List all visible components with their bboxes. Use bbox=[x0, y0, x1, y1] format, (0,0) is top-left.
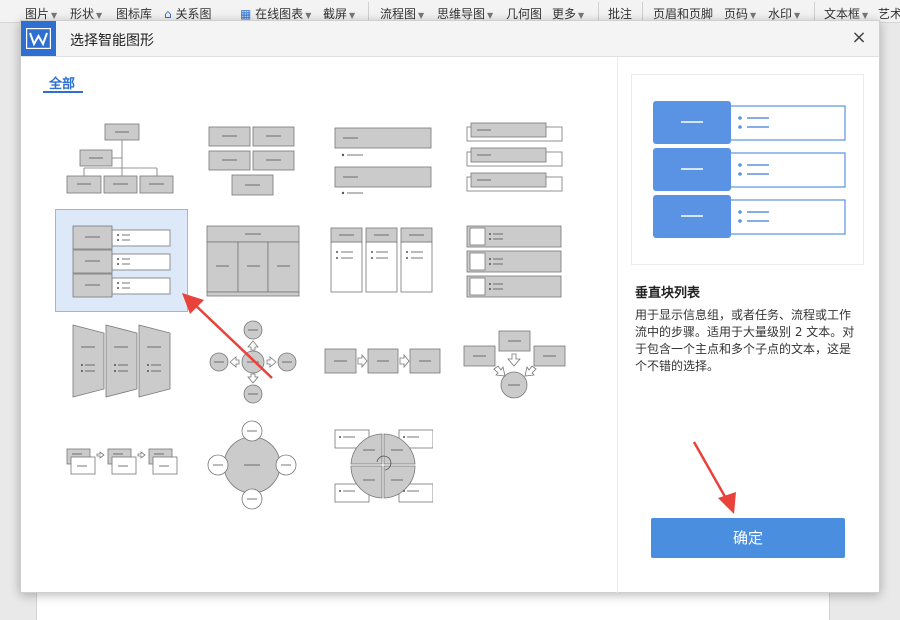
radial-arrows-icon bbox=[207, 319, 299, 405]
vertical-block-list-icon bbox=[56, 210, 187, 311]
ribbon-label: 几何图 bbox=[506, 7, 542, 21]
close-icon[interactable]: × bbox=[847, 26, 871, 50]
table-hierarchy-icon bbox=[205, 224, 301, 298]
ribbon-label: 页码 bbox=[724, 7, 748, 21]
chevron-down-icon: ▼ bbox=[750, 11, 756, 20]
active-tab-indicator bbox=[43, 91, 83, 93]
layout-thumb[interactable] bbox=[71, 323, 173, 399]
layout-thumb[interactable] bbox=[465, 224, 565, 298]
selected-layout-description: 用于显示信息组，或者任务、流程或工作流中的步骤。适用于大量级别 2 文本。对于包… bbox=[635, 307, 861, 375]
layout-thumb[interactable] bbox=[461, 329, 567, 401]
vertical-box-list-icon bbox=[329, 224, 435, 298]
chevron-down-icon: ▼ bbox=[578, 11, 584, 20]
ribbon-label: 形状 bbox=[70, 7, 94, 21]
ribbon-label: 文本框 bbox=[824, 7, 860, 21]
ribbon-label: 在线图表 bbox=[255, 7, 303, 21]
ribbon-label: 更多 bbox=[552, 7, 576, 21]
layout-thumb[interactable] bbox=[205, 224, 301, 298]
ribbon-label: 艺术 bbox=[878, 7, 900, 21]
ribbon-label: 关系图 bbox=[175, 7, 211, 21]
basic-process-icon bbox=[323, 346, 441, 376]
ribbon-label: 截屏 bbox=[323, 7, 347, 21]
wps-logo-icon bbox=[21, 21, 56, 56]
ribbon-label: 流程图 bbox=[380, 7, 416, 21]
dialog-titlebar: 选择智能图形 × bbox=[21, 21, 879, 57]
smartart-dialog: 选择智能图形 × 全部 bbox=[20, 20, 880, 593]
ribbon-label: 图片 bbox=[25, 7, 49, 21]
ribbon-separator bbox=[368, 2, 369, 20]
chevron-down-icon: ▼ bbox=[51, 11, 57, 20]
layout-thumb[interactable] bbox=[205, 418, 299, 512]
segmented-cycle-icon bbox=[333, 428, 433, 504]
vertical-block-list-preview bbox=[632, 75, 863, 264]
chevron-down-icon: ▼ bbox=[96, 11, 102, 20]
layout-thumb[interactable] bbox=[333, 428, 433, 504]
block-grid-icon bbox=[205, 119, 297, 199]
layout-thumb[interactable] bbox=[65, 446, 179, 478]
selected-layout-name: 垂直块列表 bbox=[635, 282, 700, 301]
ribbon-label: 思维导图 bbox=[437, 7, 485, 21]
picture-list-icon bbox=[465, 224, 565, 298]
chevron-down-icon: ▼ bbox=[418, 11, 424, 20]
layout-thumb[interactable] bbox=[329, 224, 435, 298]
chevron-down-icon: ▼ bbox=[305, 11, 311, 20]
layout-thumb[interactable] bbox=[323, 346, 441, 376]
trapezoid-list-icon bbox=[71, 323, 173, 399]
panel-divider bbox=[617, 57, 618, 593]
layout-thumb[interactable] bbox=[333, 119, 433, 199]
dialog-title: 选择智能图形 bbox=[70, 30, 154, 50]
layout-thumb-selected[interactable] bbox=[55, 209, 188, 312]
layout-thumb[interactable] bbox=[65, 119, 177, 199]
tab-all[interactable]: 全部 bbox=[49, 73, 75, 92]
ok-button[interactable]: 确定 bbox=[651, 518, 845, 558]
layout-preview bbox=[631, 74, 864, 265]
chevron-down-icon: ▼ bbox=[794, 11, 800, 20]
ribbon-separator bbox=[814, 2, 815, 20]
layout-thumb[interactable] bbox=[207, 319, 299, 405]
chart-icon: ▦ bbox=[240, 7, 251, 21]
layout-thumb[interactable] bbox=[205, 119, 297, 199]
chevron-down-icon: ▼ bbox=[862, 11, 868, 20]
ribbon-label: 页眉和页脚 bbox=[653, 7, 713, 21]
chevron-down-icon: ▼ bbox=[487, 11, 493, 20]
relationship-icon: ⌂ bbox=[164, 7, 172, 21]
ribbon-label: 图标库 bbox=[116, 7, 152, 21]
ribbon-wordart-button[interactable]: 艺术 bbox=[878, 5, 900, 22]
converging-process-icon bbox=[461, 329, 567, 401]
layout-thumb[interactable] bbox=[465, 119, 565, 199]
stacked-list-icon bbox=[465, 119, 565, 199]
horizontal-bullet-list-icon bbox=[333, 119, 433, 199]
ribbon-separator bbox=[642, 2, 643, 20]
picture-process-icon bbox=[65, 446, 179, 478]
ribbon-label: 批注 bbox=[608, 7, 632, 21]
radial-cycle-icon bbox=[205, 418, 299, 512]
hierarchy-icon bbox=[65, 119, 177, 199]
ribbon-label: 水印 bbox=[768, 7, 792, 21]
chevron-down-icon: ▼ bbox=[349, 11, 355, 20]
ribbon-separator bbox=[598, 2, 599, 20]
